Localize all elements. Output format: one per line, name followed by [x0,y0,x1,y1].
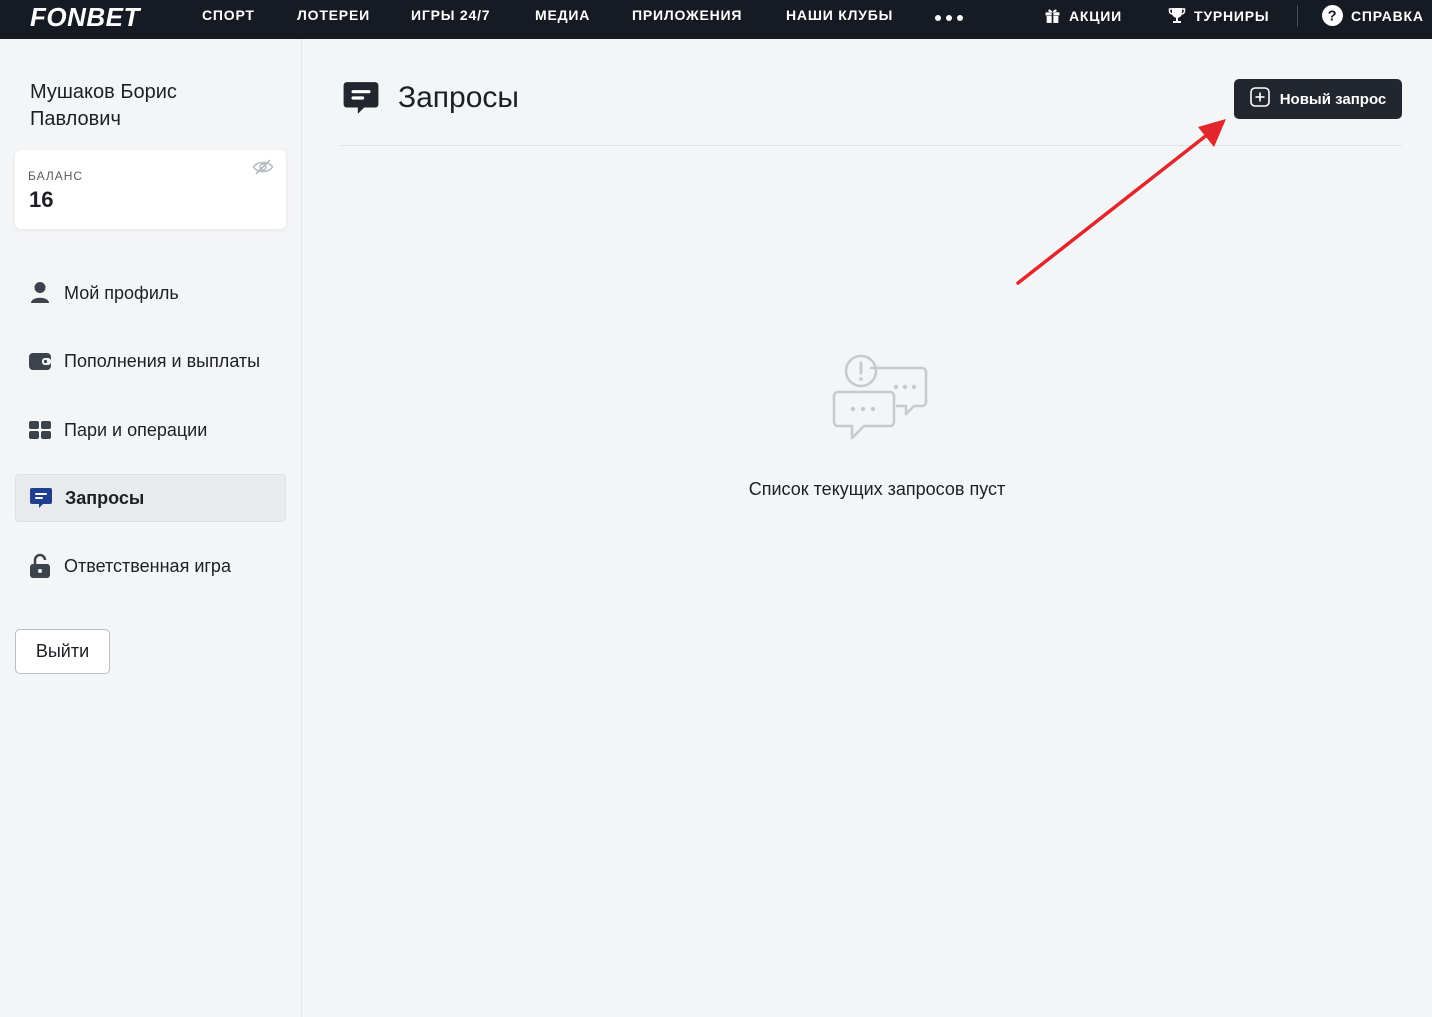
nav-apps[interactable]: ПРИЛОЖЕНИЯ [632,0,742,39]
nav-games[interactable]: ИГРЫ 24/7 [411,0,490,39]
sidebar-item-profile[interactable]: Мой профиль [15,269,286,317]
sidebar: Мушаков Борис Павлович БАЛАНС 16 Мой про… [0,39,302,1017]
nav-lotteries[interactable]: ЛОТЕРЕИ [297,0,370,39]
plus-square-icon [1249,87,1270,111]
trophy-icon [1168,7,1186,24]
fonbet-logo[interactable]: FONBET [30,2,140,33]
lock-icon [28,553,52,578]
nav-clubs[interactable]: НАШИ КЛУБЫ [786,0,893,39]
sidebar-item-requests[interactable]: Запросы [15,474,286,522]
eye-off-icon[interactable] [252,158,274,181]
balance-label: БАЛАНС [28,169,84,183]
chat-icon [29,486,53,510]
sidebar-item-label: Пари и операции [64,419,208,440]
user-icon [28,281,52,305]
help-icon: ? [1322,5,1343,26]
sidebar-item-payments[interactable]: Пополнения и выплаты [15,337,286,385]
balance-card: БАЛАНС 16 [15,150,286,229]
sidebar-item-label: Ответственная игра [64,555,231,576]
nav-tournaments[interactable]: ТУРНИРЫ [1168,0,1269,39]
sidebar-item-label: Мой профиль [64,282,179,303]
header-divider [340,145,1402,146]
new-request-button[interactable]: Новый запрос [1234,79,1402,119]
sidebar-item-label: Пополнения и выплаты [64,350,261,371]
gift-icon [1044,7,1061,24]
sidebar-item-label: Запросы [65,487,145,508]
tickets-icon [28,418,52,442]
nav-separator [1297,5,1298,27]
svg-text:?: ? [1328,9,1338,25]
annotation-arrow-icon [1016,119,1226,285]
nav-sport[interactable]: СПОРТ [202,0,255,39]
new-request-label: Новый запрос [1279,90,1387,108]
user-name: Мушаков Борис Павлович [30,81,177,130]
sidebar-item-responsible-gaming[interactable]: Ответственная игра [15,542,286,590]
page-title: Запросы [398,81,519,114]
nav-promo[interactable]: АКЦИИ [1044,0,1122,39]
balance-value: 16 [29,187,54,212]
more-dots-icon[interactable] [935,7,963,21]
wallet-icon [28,349,52,373]
logout-button[interactable]: Выйти [15,629,110,674]
requests-icon [342,79,380,122]
nav-media[interactable]: МЕДИА [535,0,590,39]
top-navigation: FONBET СПОРТ ЛОТЕРЕИ ИГРЫ 24/7 МЕДИА ПРИ… [0,0,1432,39]
main-content: Запросы Новый запрос Список текущих запр… [302,39,1432,1017]
nav-help[interactable]: ? СПРАВКА [1322,0,1424,39]
empty-chat-icon [832,354,928,440]
sidebar-item-bets[interactable]: Пари и операции [15,406,286,454]
empty-state-text: Список текущих запросов пуст [748,479,1006,499]
